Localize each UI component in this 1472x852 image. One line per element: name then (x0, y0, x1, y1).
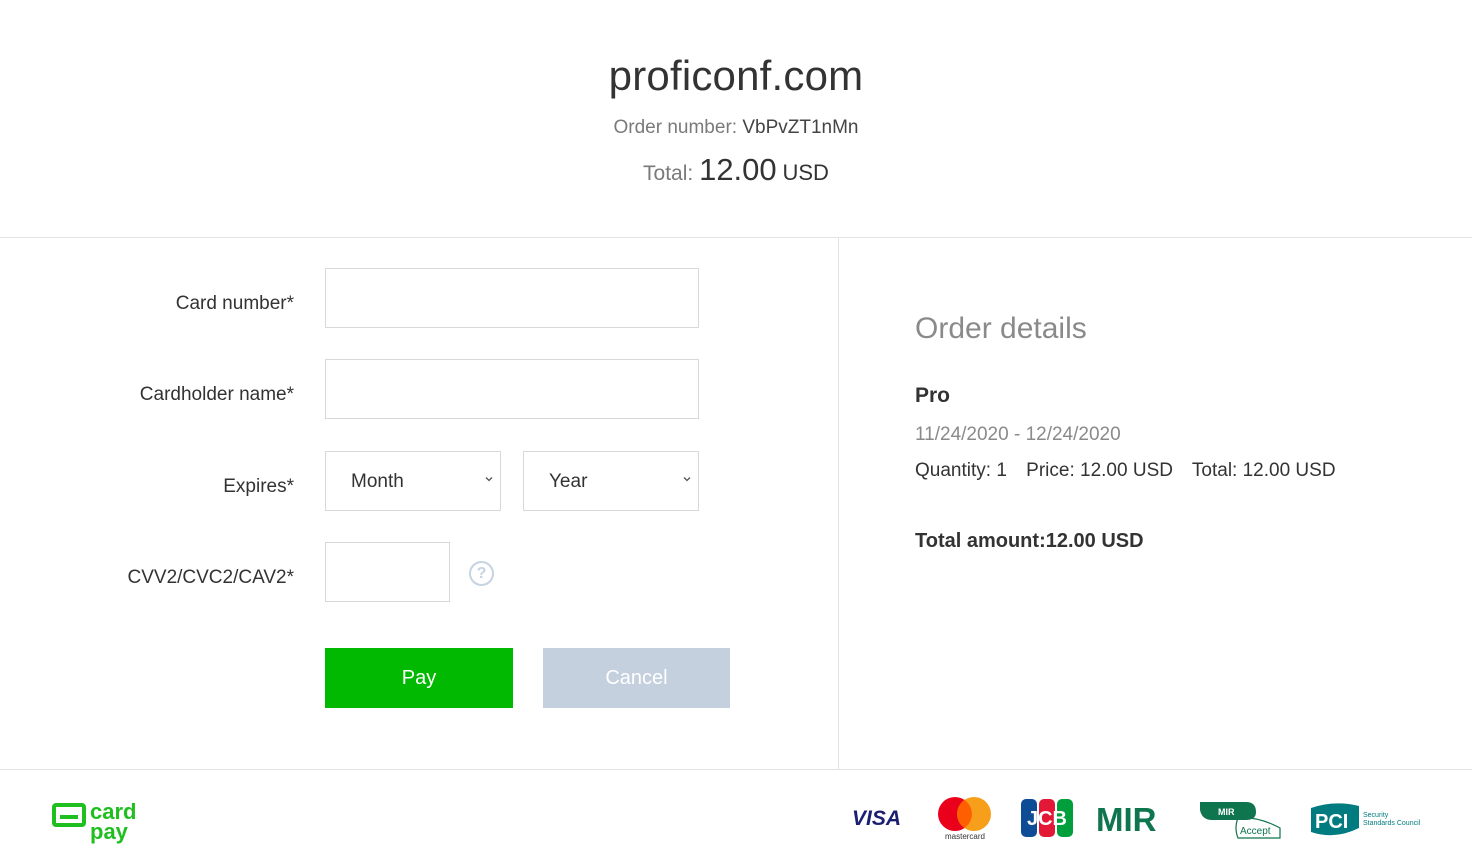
order-number-line: Order number: VbPvZT1nMn (0, 117, 1472, 139)
pay-button[interactable]: Pay (325, 648, 513, 708)
pci-logo-text: PCI (1315, 811, 1348, 833)
order-number-value: VbPvZT1nMn (742, 117, 859, 138)
chevron-down-icon (683, 477, 691, 482)
visa-logo-text: VISA (852, 807, 901, 830)
year-select[interactable]: Year (523, 451, 699, 511)
cardholder-name-label: Cardholder name* (139, 384, 294, 405)
mir-accept-logo-bottom: Accept (1240, 826, 1271, 837)
mastercard-logo: mastercard (938, 797, 991, 841)
pci-logo-sub1: Security (1363, 812, 1389, 819)
help-icon[interactable]: ? (469, 561, 494, 586)
month-select-value: Month (351, 471, 404, 492)
cardholder-name-field[interactable] (325, 359, 699, 419)
expires-label: Expires* (223, 476, 294, 497)
cardpay-logo: card pay (52, 799, 136, 844)
quantity-text: Quantity: 1 (915, 460, 1007, 481)
pci-logo-sub2: Standards Council (1363, 820, 1421, 827)
price-text: Price: 12.00 USD (1026, 460, 1173, 481)
cvv-input[interactable] (326, 543, 449, 601)
mir-logo: MIR (1096, 802, 1157, 834)
year-select-value: Year (549, 471, 588, 492)
order-details-title: Order details (915, 312, 1087, 345)
cardholder-name-input[interactable] (326, 360, 698, 418)
mir-accept-logo: MIR Accept (1200, 802, 1281, 839)
merchant-name: proficonf.com (608, 52, 864, 99)
card-number-field[interactable] (325, 268, 699, 328)
jcb-logo-text: JCB (1027, 808, 1067, 830)
order-line-item: Quantity: 1 Price: 12.00 USD Total: 12.0… (915, 460, 1350, 482)
card-number-input[interactable] (326, 269, 698, 327)
cvv-field[interactable] (325, 542, 450, 602)
page-footer: card pay VISA mastercard JCB MIR MIR Acc… (0, 769, 1472, 852)
mir-accept-logo-top: MIR (1218, 807, 1235, 817)
line-total-text: Total: 12.00 USD (1191, 460, 1336, 481)
chevron-down-icon (485, 477, 493, 482)
plan-name: Pro (915, 384, 951, 407)
total-currency: USD (782, 160, 829, 185)
total-label: Total: (643, 162, 694, 185)
mir-logo-text: MIR (1096, 802, 1157, 834)
month-select[interactable]: Month (325, 451, 501, 511)
visa-logo: VISA (852, 807, 901, 830)
page-header: proficonf.com Order number: VbPvZT1nMn T… (0, 0, 1472, 238)
vertical-divider (838, 238, 839, 770)
total-amount-text: Total amount:12.00 USD (915, 530, 1144, 552)
cvv-label: CVV2/CVC2/CAV2* (127, 567, 295, 588)
cardpay-logo-bottom: pay (90, 819, 129, 844)
plan-dates: 11/24/2020 - 12/24/2020 (915, 424, 1121, 445)
card-number-label: Card number* (175, 293, 294, 314)
total-line: Total: 12.00 USD (0, 152, 1472, 188)
pci-logo: PCI Security Standards Council (1311, 803, 1421, 836)
jcb-logo: JCB (1021, 799, 1073, 837)
total-amount: 12.00 (699, 152, 777, 187)
cancel-button[interactable]: Cancel (543, 648, 730, 708)
mastercard-logo-text: mastercard (945, 832, 985, 841)
order-number-label: Order number: (613, 117, 738, 138)
